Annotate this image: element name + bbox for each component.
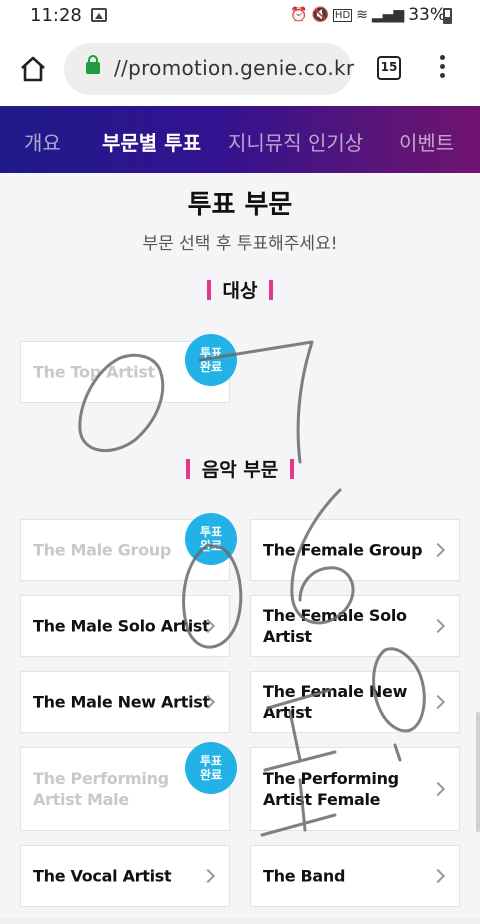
music-heading: 음악 부문 <box>0 455 480 482</box>
category-card-male-solo[interactable]: The Male Solo Artist <box>20 595 230 657</box>
grand-prize-heading: 대상 <box>0 276 480 303</box>
category-label: The Female Group <box>263 540 423 560</box>
hd-voice-icon: HD <box>332 8 353 22</box>
category-card-male-new[interactable]: The Male New Artist <box>20 671 230 733</box>
chevron-right-icon <box>430 542 446 558</box>
chevron-right-icon <box>430 781 446 797</box>
category-nav: 개요 부문별 투표 지니뮤직 인기상 이벤트 <box>0 106 480 173</box>
signal-icon: ▂▄▆ <box>371 7 405 23</box>
music-title: 음악 부문 <box>201 459 279 481</box>
page-subtitle: 부문 선택 후 투표해주세요! <box>142 234 338 254</box>
gallery-notification-icon <box>91 8 107 22</box>
accent-bar <box>206 280 211 300</box>
chevron-right-icon <box>430 868 446 884</box>
category-label: The Performing Artist Male <box>33 769 169 809</box>
category-label: The Female Solo Artist <box>263 606 407 646</box>
battery-percent: 33% <box>408 5 446 25</box>
category-label: The Male New Artist <box>33 692 210 712</box>
category-label: The Male Group <box>33 540 172 560</box>
status-bar: 11:28 ⏰ 🔇 HD ≋ ▂▄▆ 33% <box>0 0 480 32</box>
accent-bar <box>290 459 295 479</box>
category-label: The Vocal Artist <box>33 866 172 886</box>
battery-icon <box>443 8 452 24</box>
vote-complete-badge: 투표 완료 <box>185 513 237 565</box>
category-card-female-solo[interactable]: The Female Solo Artist <box>250 595 460 657</box>
bottom-edge <box>0 918 480 924</box>
category-card-female-group[interactable]: The Female Group <box>250 519 460 581</box>
category-label: The Performing Artist Female <box>263 769 399 809</box>
category-label: The Top Artist <box>33 362 155 382</box>
address-bar[interactable]: //promotion.genie.co.kr <box>64 43 355 95</box>
alarm-icon: ⏰ <box>290 7 308 23</box>
scroll-handle[interactable] <box>476 712 480 832</box>
accent-bar <box>185 459 190 479</box>
lock-icon <box>86 55 100 74</box>
wifi-icon: ≋ <box>356 7 368 23</box>
chevron-right-icon <box>200 868 216 884</box>
page-title: 투표 부문 <box>187 190 293 220</box>
home-icon[interactable] <box>18 54 48 84</box>
status-time: 11:28 <box>30 5 82 26</box>
status-icons: ⏰ 🔇 HD ≋ ▂▄▆ 33% <box>290 5 446 25</box>
category-label: The Band <box>263 866 346 886</box>
category-card-vocal[interactable]: The Vocal Artist <box>20 845 230 907</box>
mute-icon: 🔇 <box>311 7 329 23</box>
category-card-band[interactable]: The Band <box>250 845 460 907</box>
vote-complete-badge: 투표 완료 <box>185 334 237 386</box>
category-label: The Female New Artist <box>263 682 408 722</box>
url-text: //promotion.genie.co.kr <box>114 56 355 80</box>
nav-tab-category-vote[interactable]: 부문별 투표 <box>102 127 201 156</box>
nav-tab-overview[interactable]: 개요 <box>24 127 61 156</box>
vote-complete-badge: 투표 완료 <box>185 742 237 794</box>
tab-switcher-button[interactable]: 15 <box>377 56 401 80</box>
grand-prize-title: 대상 <box>222 280 258 302</box>
accent-bar <box>269 280 274 300</box>
nav-tab-event[interactable]: 이벤트 <box>399 127 454 156</box>
more-menu-icon[interactable] <box>434 55 450 83</box>
category-card-female-new[interactable]: The Female New Artist <box>250 671 460 733</box>
browser-toolbar: //promotion.genie.co.kr 15 <box>0 32 480 106</box>
category-card-performing-female[interactable]: The Performing Artist Female <box>250 747 460 831</box>
category-label: The Male Solo Artist <box>33 616 210 636</box>
nav-tab-popularity[interactable]: 지니뮤직 인기상 <box>228 127 363 156</box>
